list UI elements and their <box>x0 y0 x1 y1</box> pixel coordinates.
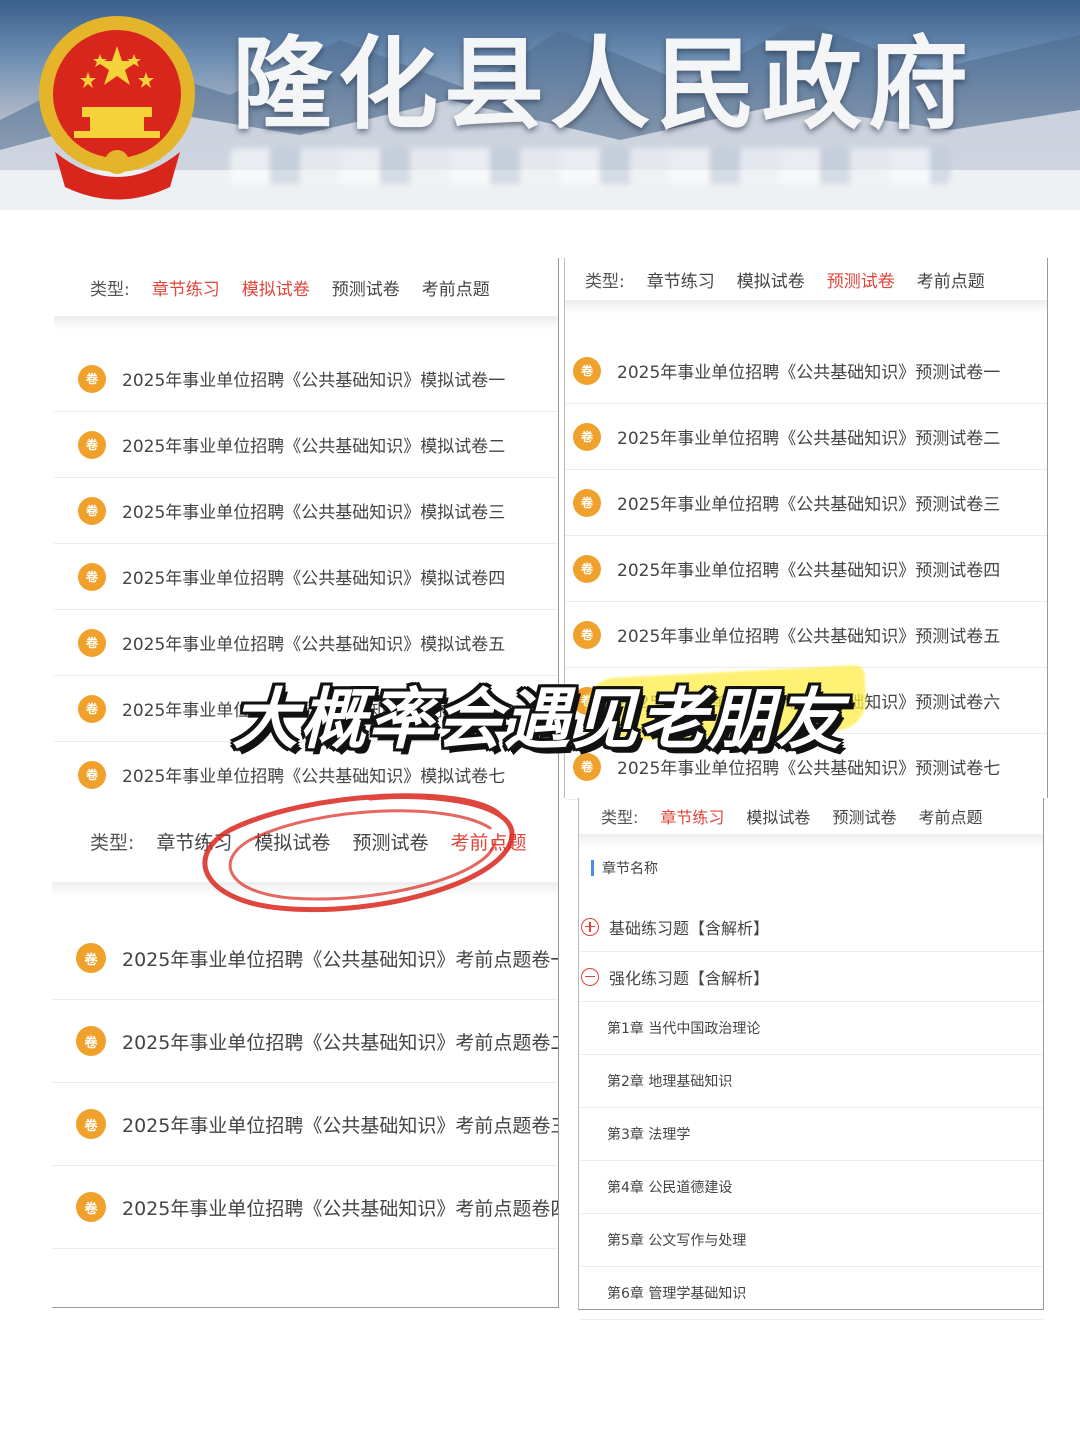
exam-title: 2025年事业单位招聘《公共基础知识》考前点题卷二 <box>122 1031 558 1054</box>
tab-forecast-exam[interactable]: 预测试卷 <box>352 828 428 855</box>
exam-paper-badge-icon: 卷 <box>573 554 601 583</box>
tab-chapter-practice[interactable]: 章节练习 <box>660 804 724 828</box>
exam-paper-badge-icon: 卷 <box>78 430 106 459</box>
exam-list-item[interactable]: 卷 2025年事业单位招聘《公共基础知识》预测试卷三 <box>565 470 1047 536</box>
chapter-list-item[interactable]: 第6章 管理学基础知识 <box>579 1267 1043 1320</box>
exam-title: 2025年事业单位招聘《公共基础知识》模拟试卷七 <box>122 767 506 787</box>
section-accent-bar <box>591 860 594 876</box>
tab-exam-points[interactable]: 考前点题 <box>917 267 985 292</box>
exam-list-item[interactable]: 卷 2025年事业单位招聘《公共基础知识》考前点题卷三 <box>52 1083 558 1166</box>
exam-list-item[interactable]: 卷 2025年事业单位招聘《公共基础知识》考前点题卷一 <box>52 917 558 1000</box>
blurred-subtitle <box>230 148 950 184</box>
chapter-title: 第4章 公民道德建设 <box>607 1180 733 1196</box>
type-label: 类型: <box>601 808 639 827</box>
site-title: 隆化县人民政府 <box>232 26 974 143</box>
tab-forecast-exam[interactable]: 预测试卷 <box>827 267 895 292</box>
exam-paper-badge-icon: 卷 <box>76 1192 106 1222</box>
tab-mock-exam[interactable]: 模拟试卷 <box>254 828 330 855</box>
section-title: 章节名称 <box>602 861 658 877</box>
exam-list-item[interactable]: 卷 2025年事业单位招聘《公共基础知识》预测试卷二 <box>565 404 1047 470</box>
exam-title: 2025年事业单位招聘《公共基础知识》预测试卷三 <box>617 495 1001 515</box>
type-tabs: 类型: 章节练习 模拟试卷 预测试卷 考前点题 <box>579 798 1043 848</box>
type-label: 类型: <box>90 279 130 300</box>
chapter-title: 第2章 地理基础知识 <box>607 1074 733 1090</box>
exam-paper-badge-icon: 卷 <box>78 694 106 723</box>
exam-title: 2025年事业单位招聘《公共基础知识》模拟试卷四 <box>122 569 506 589</box>
exam-title: 2025年事业单位招聘《公共基础知识》预测试卷四 <box>617 561 1001 581</box>
chapter-title: 第5章 公文写作与处理 <box>607 1233 747 1249</box>
header-banner: 隆化县人民政府 <box>0 0 1080 210</box>
tab-exam-points[interactable]: 考前点题 <box>422 275 490 300</box>
exam-list-item[interactable]: 卷 2025年事业单位招聘《公共基础知识》考前点题卷四 <box>52 1166 558 1249</box>
exam-paper-badge-icon: 卷 <box>76 1109 106 1139</box>
tab-chapter-practice[interactable]: 章节练习 <box>152 275 220 300</box>
tab-exam-points[interactable]: 考前点题 <box>450 828 526 855</box>
chapter-practice-panel: 类型: 章节练习 模拟试卷 预测试卷 考前点题 章节名称 基础练习题【含解析】 … <box>578 798 1044 1320</box>
national-emblem-icon <box>39 16 195 200</box>
exam-points-panel: 类型: 章节练习 模拟试卷 预测试卷 考前点题 卷 2025年事业单位招聘《公共基… <box>52 800 559 1308</box>
chapter-title: 第1章 当代中国政治理论 <box>607 1021 761 1037</box>
exam-title: 2025年事业单位招聘《公共基础知识》模拟试卷一 <box>122 371 506 391</box>
chapter-list-item[interactable]: 第4章 公民道德建设 <box>579 1161 1043 1214</box>
chapter-title: 第3章 法理学 <box>607 1127 691 1143</box>
exam-paper-badge-icon: 卷 <box>78 496 106 525</box>
chapter-list-item[interactable]: 第5章 公文写作与处理 <box>579 1214 1043 1267</box>
exam-paper-badge-icon: 卷 <box>78 628 106 657</box>
tab-mock-exam[interactable]: 模拟试卷 <box>242 275 310 300</box>
overlay-caption: 大概率会遇见老朋友 <box>232 681 844 758</box>
exam-title: 2025年事业单位招聘《公共基础知识》预测试卷二 <box>617 429 1001 449</box>
exam-title: 2025年事业单位招聘《公共基础知识》考前点题卷四 <box>122 1197 558 1220</box>
group-label: 基础练习题【含解析】 <box>609 918 770 938</box>
exam-list-item[interactable]: 卷 2025年事业单位招聘《公共基础知识》模拟试卷二 <box>54 412 558 478</box>
tab-forecast-exam[interactable]: 预测试卷 <box>832 804 896 828</box>
exam-list-item[interactable]: 卷 2025年事业单位招聘《公共基础知识》模拟试卷五 <box>54 610 558 676</box>
exam-list-item[interactable]: 卷 2025年事业单位招聘《公共基础知识》预测试卷一 <box>565 338 1047 404</box>
type-label: 类型: <box>90 831 135 854</box>
tab-chapter-practice[interactable]: 章节练习 <box>156 828 232 855</box>
group-label: 强化练习题【含解析】 <box>609 968 770 988</box>
exam-paper-badge-icon: 卷 <box>76 1026 106 1056</box>
exam-list-item[interactable]: 卷 2025年事业单位招聘《公共基础知识》模拟试卷三 <box>54 478 558 544</box>
chapter-list-item[interactable]: 第1章 当代中国政治理论 <box>579 1002 1043 1055</box>
tab-chapter-practice[interactable]: 章节练习 <box>647 267 715 292</box>
exam-paper-badge-icon: 卷 <box>78 760 106 789</box>
exam-paper-badge-icon: 卷 <box>573 620 601 649</box>
exam-paper-badge-icon: 卷 <box>573 488 601 517</box>
collapse-minus-icon[interactable] <box>581 967 599 986</box>
section-header: 章节名称 <box>591 858 658 878</box>
exam-title: 2025年事业单位招聘《公共基础知识》考前点题卷一 <box>122 948 558 971</box>
exam-list-item[interactable]: 卷 2025年事业单位招聘《公共基础知识》预测试卷四 <box>565 536 1047 602</box>
tab-forecast-exam[interactable]: 预测试卷 <box>332 275 400 300</box>
type-tabs: 类型: 章节练习 模拟试卷 预测试卷 考前点题 <box>52 800 558 896</box>
exam-paper-badge-icon: 卷 <box>76 943 106 973</box>
exam-title: 2025年事业单位招聘《公共基础知识》模拟试卷五 <box>122 635 506 655</box>
group-basic-practice[interactable]: 基础练习题【含解析】 <box>579 902 1043 952</box>
exam-paper-badge-icon: 卷 <box>78 364 106 393</box>
expand-plus-icon[interactable] <box>581 917 599 936</box>
exam-list-item[interactable]: 卷 2025年事业单位招聘《公共基础知识》预测试卷五 <box>565 602 1047 668</box>
type-label: 类型: <box>585 271 625 292</box>
chapter-title: 第6章 管理学基础知识 <box>607 1286 747 1302</box>
exam-title: 2025年事业单位招聘《公共基础知识》预测试卷一 <box>617 363 1001 383</box>
type-tabs: 类型: 章节练习 模拟试卷 预测试卷 考前点题 <box>54 258 558 330</box>
exam-title: 2025年事业单位招聘《公共基础知识》考前点题卷三 <box>122 1114 558 1137</box>
group-intensive-practice[interactable]: 强化练习题【含解析】 <box>579 952 1043 1002</box>
tab-mock-exam[interactable]: 模拟试卷 <box>737 267 805 292</box>
exam-title: 2025年事业单位招聘《公共基础知识》模拟试卷二 <box>122 437 506 457</box>
exam-title: 2025年事业单位招聘《公共基础知识》模拟试卷三 <box>122 503 506 523</box>
exam-title: 2025年事业单位招聘《公共基础知识》预测试卷五 <box>617 627 1001 647</box>
exam-list-item[interactable]: 卷 2025年事业单位招聘《公共基础知识》考前点题卷二 <box>52 1000 558 1083</box>
exam-list-item[interactable]: 卷 2025年事业单位招聘《公共基础知识》模拟试卷四 <box>54 544 558 610</box>
chapter-list-item[interactable]: 第2章 地理基础知识 <box>579 1055 1043 1108</box>
chapter-list-item[interactable]: 第3章 法理学 <box>579 1108 1043 1161</box>
type-tabs: 类型: 章节练习 模拟试卷 预测试卷 考前点题 <box>565 258 1047 314</box>
exam-paper-badge-icon: 卷 <box>573 356 601 385</box>
exam-paper-badge-icon: 卷 <box>78 562 106 591</box>
tab-exam-points[interactable]: 考前点题 <box>918 804 982 828</box>
tab-mock-exam[interactable]: 模拟试卷 <box>746 804 810 828</box>
exam-paper-badge-icon: 卷 <box>573 422 601 451</box>
exam-list-item[interactable]: 卷 2025年事业单位招聘《公共基础知识》模拟试卷一 <box>54 346 558 412</box>
